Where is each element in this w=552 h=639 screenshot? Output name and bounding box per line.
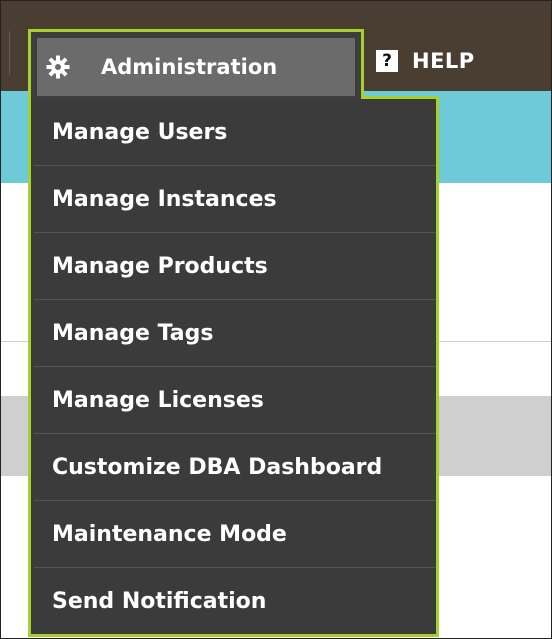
administration-label: Administration — [101, 55, 278, 79]
menu-list: Manage Users Manage Instances Manage Pro… — [34, 99, 436, 635]
administration-nav-button[interactable]: Administration — [37, 38, 355, 96]
page-frame: ? HELP Manage Users Manage Instances Man… — [0, 0, 552, 639]
menu-item-manage-products[interactable]: Manage Products — [34, 233, 436, 300]
menu-item-manage-licenses[interactable]: Manage Licenses — [34, 367, 436, 434]
menu-item-customize-dba-dashboard[interactable]: Customize DBA Dashboard — [34, 434, 436, 501]
administration-dropdown-menu: Manage Users Manage Instances Manage Pro… — [28, 96, 439, 637]
help-icon: ? — [376, 50, 398, 72]
menu-item-manage-tags[interactable]: Manage Tags — [34, 300, 436, 367]
nav-divider — [9, 31, 10, 75]
menu-item-manage-instances[interactable]: Manage Instances — [34, 166, 436, 233]
gear-icon — [45, 54, 71, 80]
menu-item-maintenance-mode[interactable]: Maintenance Mode — [34, 501, 436, 568]
menu-item-send-notification[interactable]: Send Notification — [34, 568, 436, 635]
help-nav-item[interactable]: ? HELP — [376, 49, 475, 73]
menu-item-manage-users[interactable]: Manage Users — [34, 99, 436, 166]
administration-tab: Administration — [28, 29, 364, 99]
help-label: HELP — [412, 49, 475, 73]
